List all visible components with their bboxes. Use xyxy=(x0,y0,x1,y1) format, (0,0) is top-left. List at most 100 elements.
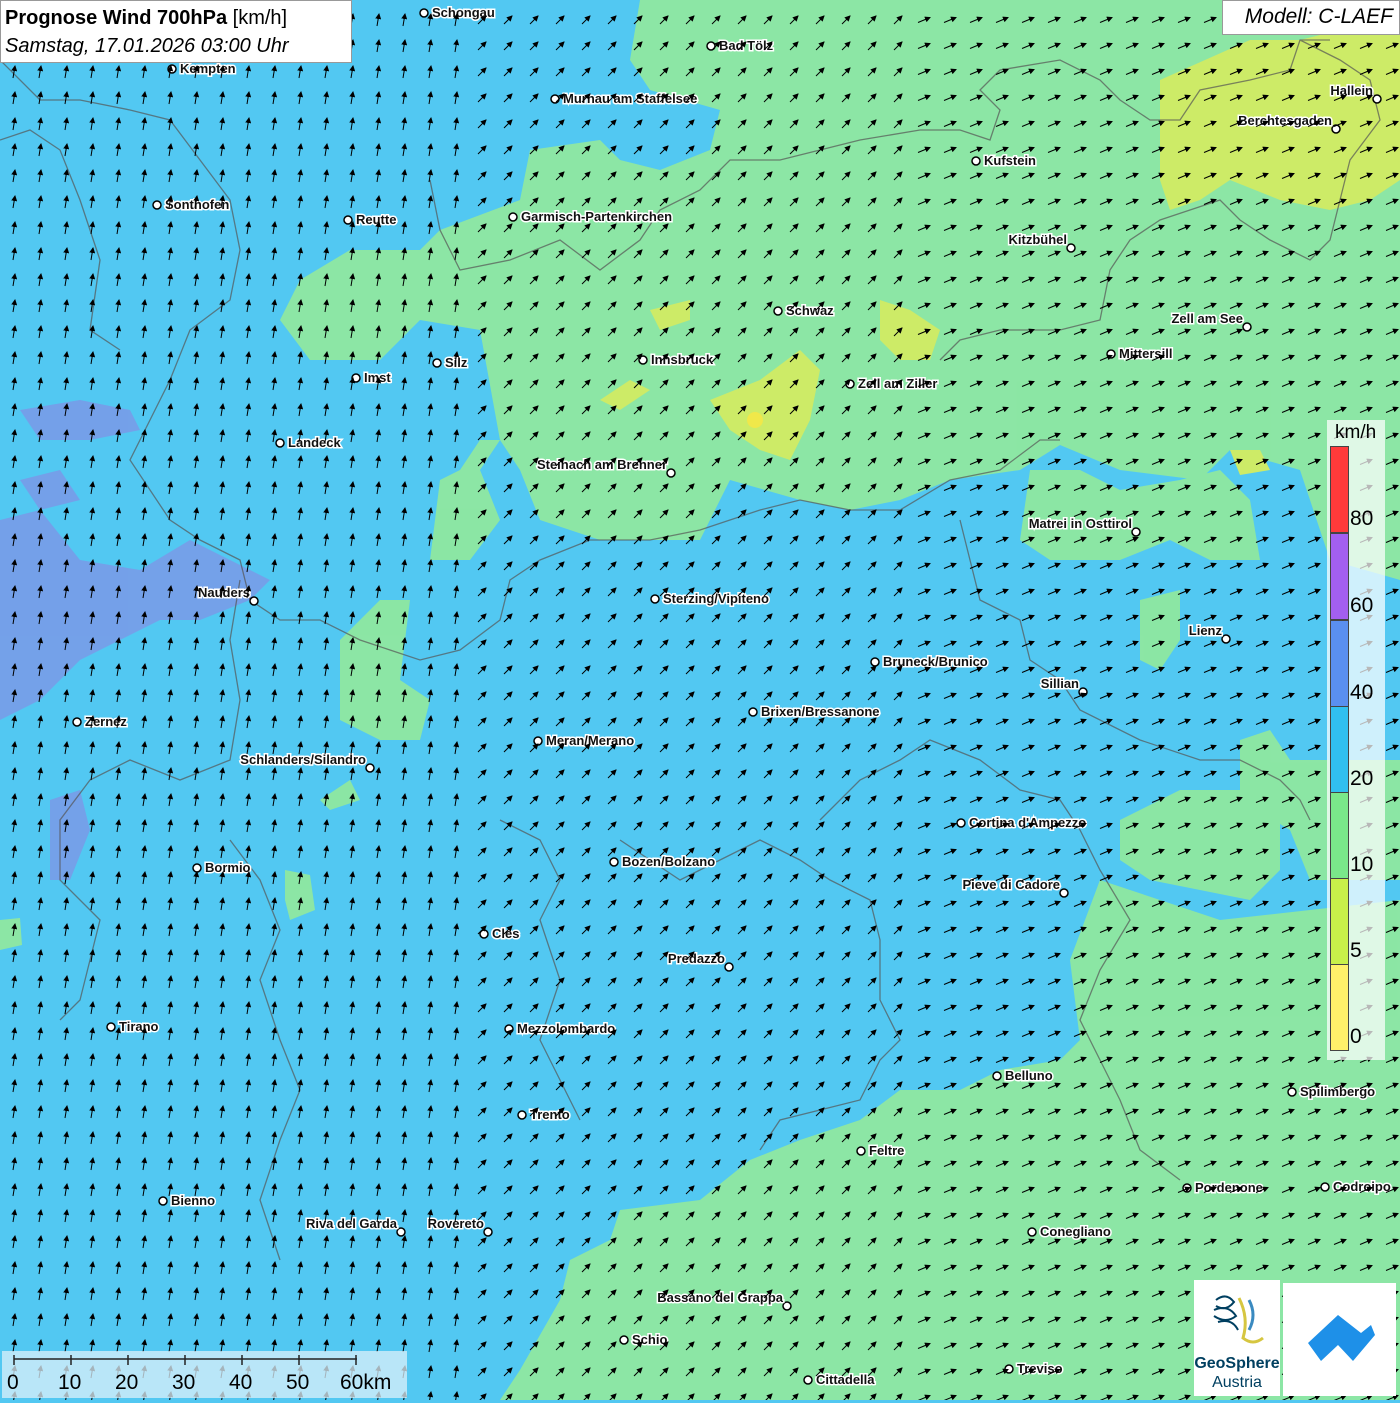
scale-label: 20 xyxy=(115,1371,139,1394)
city-marker: Bozen/Bolzano xyxy=(609,853,717,871)
city-dot xyxy=(192,863,202,873)
city-label: Sillian xyxy=(1041,676,1079,691)
city-dot xyxy=(1320,1182,1330,1192)
geosphere-logo-icon xyxy=(1213,1295,1264,1344)
city-dot xyxy=(845,379,855,389)
city-label: Matrei in Osttirol xyxy=(1029,516,1132,531)
city-marker: Murnau am Staffelsee xyxy=(550,90,699,108)
city-dot xyxy=(550,94,560,104)
city-marker: Spilimbergo xyxy=(1287,1083,1377,1101)
legend-tick-label: 40 xyxy=(1350,681,1374,704)
city-label: Mittersill xyxy=(1119,346,1172,361)
city-dot xyxy=(1287,1087,1297,1097)
city-label: Schlanders/Silandro xyxy=(240,752,366,767)
city-dot xyxy=(748,707,758,717)
city-label: Hallein xyxy=(1330,83,1373,98)
city-dot xyxy=(249,596,259,606)
city-dot xyxy=(724,962,734,972)
city-dot xyxy=(504,1024,514,1034)
city-marker: Zell am Ziller xyxy=(845,375,939,393)
city-label: Bruneck/Brunico xyxy=(883,654,988,669)
scale-label: 0 xyxy=(7,1371,19,1394)
legend-tick-label: 20 xyxy=(1350,767,1374,790)
city-label: Cittadella xyxy=(816,1372,875,1387)
scale-label: 30 xyxy=(172,1371,196,1394)
city-dot xyxy=(1066,243,1076,253)
city-dot xyxy=(1221,634,1231,644)
city-dot xyxy=(351,373,361,383)
city-dot xyxy=(508,212,518,222)
city-marker: Sterzing/Vipiteno xyxy=(650,590,770,608)
city-label: Garmisch-Partenkirchen xyxy=(521,209,672,224)
city-label: Schongau xyxy=(432,5,495,20)
legend-swatch xyxy=(1330,964,1349,1051)
city-label: Bad Tölz xyxy=(719,38,774,53)
legend-tick-label: 5 xyxy=(1350,939,1362,962)
city-label: Reutte xyxy=(356,212,396,227)
city-dot xyxy=(1027,1227,1037,1237)
city-label: Spilimbergo xyxy=(1300,1084,1375,1099)
city-label: Landeck xyxy=(288,435,342,450)
city-dot xyxy=(650,594,660,604)
city-label: Steinach am Brenner xyxy=(537,457,667,472)
legend-swatch xyxy=(1330,446,1349,533)
city-label: Sterzing/Vipiteno xyxy=(663,591,769,606)
city-dot xyxy=(72,717,82,727)
city-dot xyxy=(419,8,429,18)
city-dot xyxy=(158,1196,168,1206)
app-logo[interactable] xyxy=(1283,1283,1396,1396)
city-label: Belluno xyxy=(1005,1068,1053,1083)
app-logo-icon xyxy=(1308,1315,1375,1361)
city-dot xyxy=(365,763,375,773)
model-label: Modell: C-LAEF xyxy=(1222,0,1400,35)
city-dot xyxy=(533,736,543,746)
city-dot xyxy=(1242,322,1252,332)
city-dot xyxy=(956,818,966,828)
city-marker: Innsbruck xyxy=(638,351,715,369)
city-label: Imst xyxy=(364,370,391,385)
city-dot xyxy=(619,1335,629,1345)
map-title: Prognose Wind 700hPa [km/h] xyxy=(5,7,288,29)
city-label: Schio xyxy=(632,1332,667,1347)
city-dot xyxy=(609,857,619,867)
city-dot xyxy=(1372,94,1382,104)
city-marker: Sonthofen xyxy=(152,196,231,214)
city-marker: Bruneck/Brunico xyxy=(870,653,989,671)
city-dot xyxy=(343,215,353,225)
city-label: Lienz xyxy=(1189,623,1223,638)
city-label: Mezzolombardo xyxy=(517,1021,615,1036)
legend-swatch xyxy=(1330,792,1349,879)
scale-label: 60km xyxy=(340,1371,392,1394)
city-label: Bormio xyxy=(205,860,251,875)
city-label: Bienno xyxy=(171,1193,215,1208)
legend-tick-label: 10 xyxy=(1350,853,1374,876)
city-label: Meran/Merano xyxy=(546,733,634,748)
city-label: Tirano xyxy=(119,1019,159,1034)
city-marker: Pordenone xyxy=(1182,1179,1264,1197)
city-label: Conegliano xyxy=(1040,1224,1111,1239)
city-label: Brixen/Bressanone xyxy=(761,704,880,719)
city-dot xyxy=(1131,527,1141,537)
city-label: Pordenone xyxy=(1195,1180,1263,1195)
legend-tick-label: 80 xyxy=(1350,507,1374,530)
geosphere-country: Austria xyxy=(1212,1374,1262,1391)
calm-spot xyxy=(747,412,763,428)
city-label: Cortina d'Ampezzo xyxy=(969,815,1086,830)
city-label: Cles xyxy=(492,926,519,941)
city-label: Innsbruck xyxy=(651,352,714,367)
city-label: Bozen/Bolzano xyxy=(622,854,715,869)
city-label: Zell am See xyxy=(1171,311,1243,326)
city-marker: Brixen/Bressanone xyxy=(748,703,881,721)
city-label: Trento xyxy=(530,1107,570,1122)
city-dot xyxy=(666,468,676,478)
city-marker: Garmisch-Partenkirchen xyxy=(508,208,674,226)
city-label: Kempten xyxy=(180,61,236,76)
legend-tick-label: 60 xyxy=(1350,594,1374,617)
city-dot xyxy=(517,1110,527,1120)
city-marker: Meran/Merano xyxy=(533,732,636,750)
city-dot xyxy=(483,1227,493,1237)
city-label: Schwaz xyxy=(786,303,834,318)
forecast-time: Samstag, 17.01.2026 03:00 Uhr xyxy=(5,35,289,57)
city-dot xyxy=(971,156,981,166)
city-dot xyxy=(773,306,783,316)
